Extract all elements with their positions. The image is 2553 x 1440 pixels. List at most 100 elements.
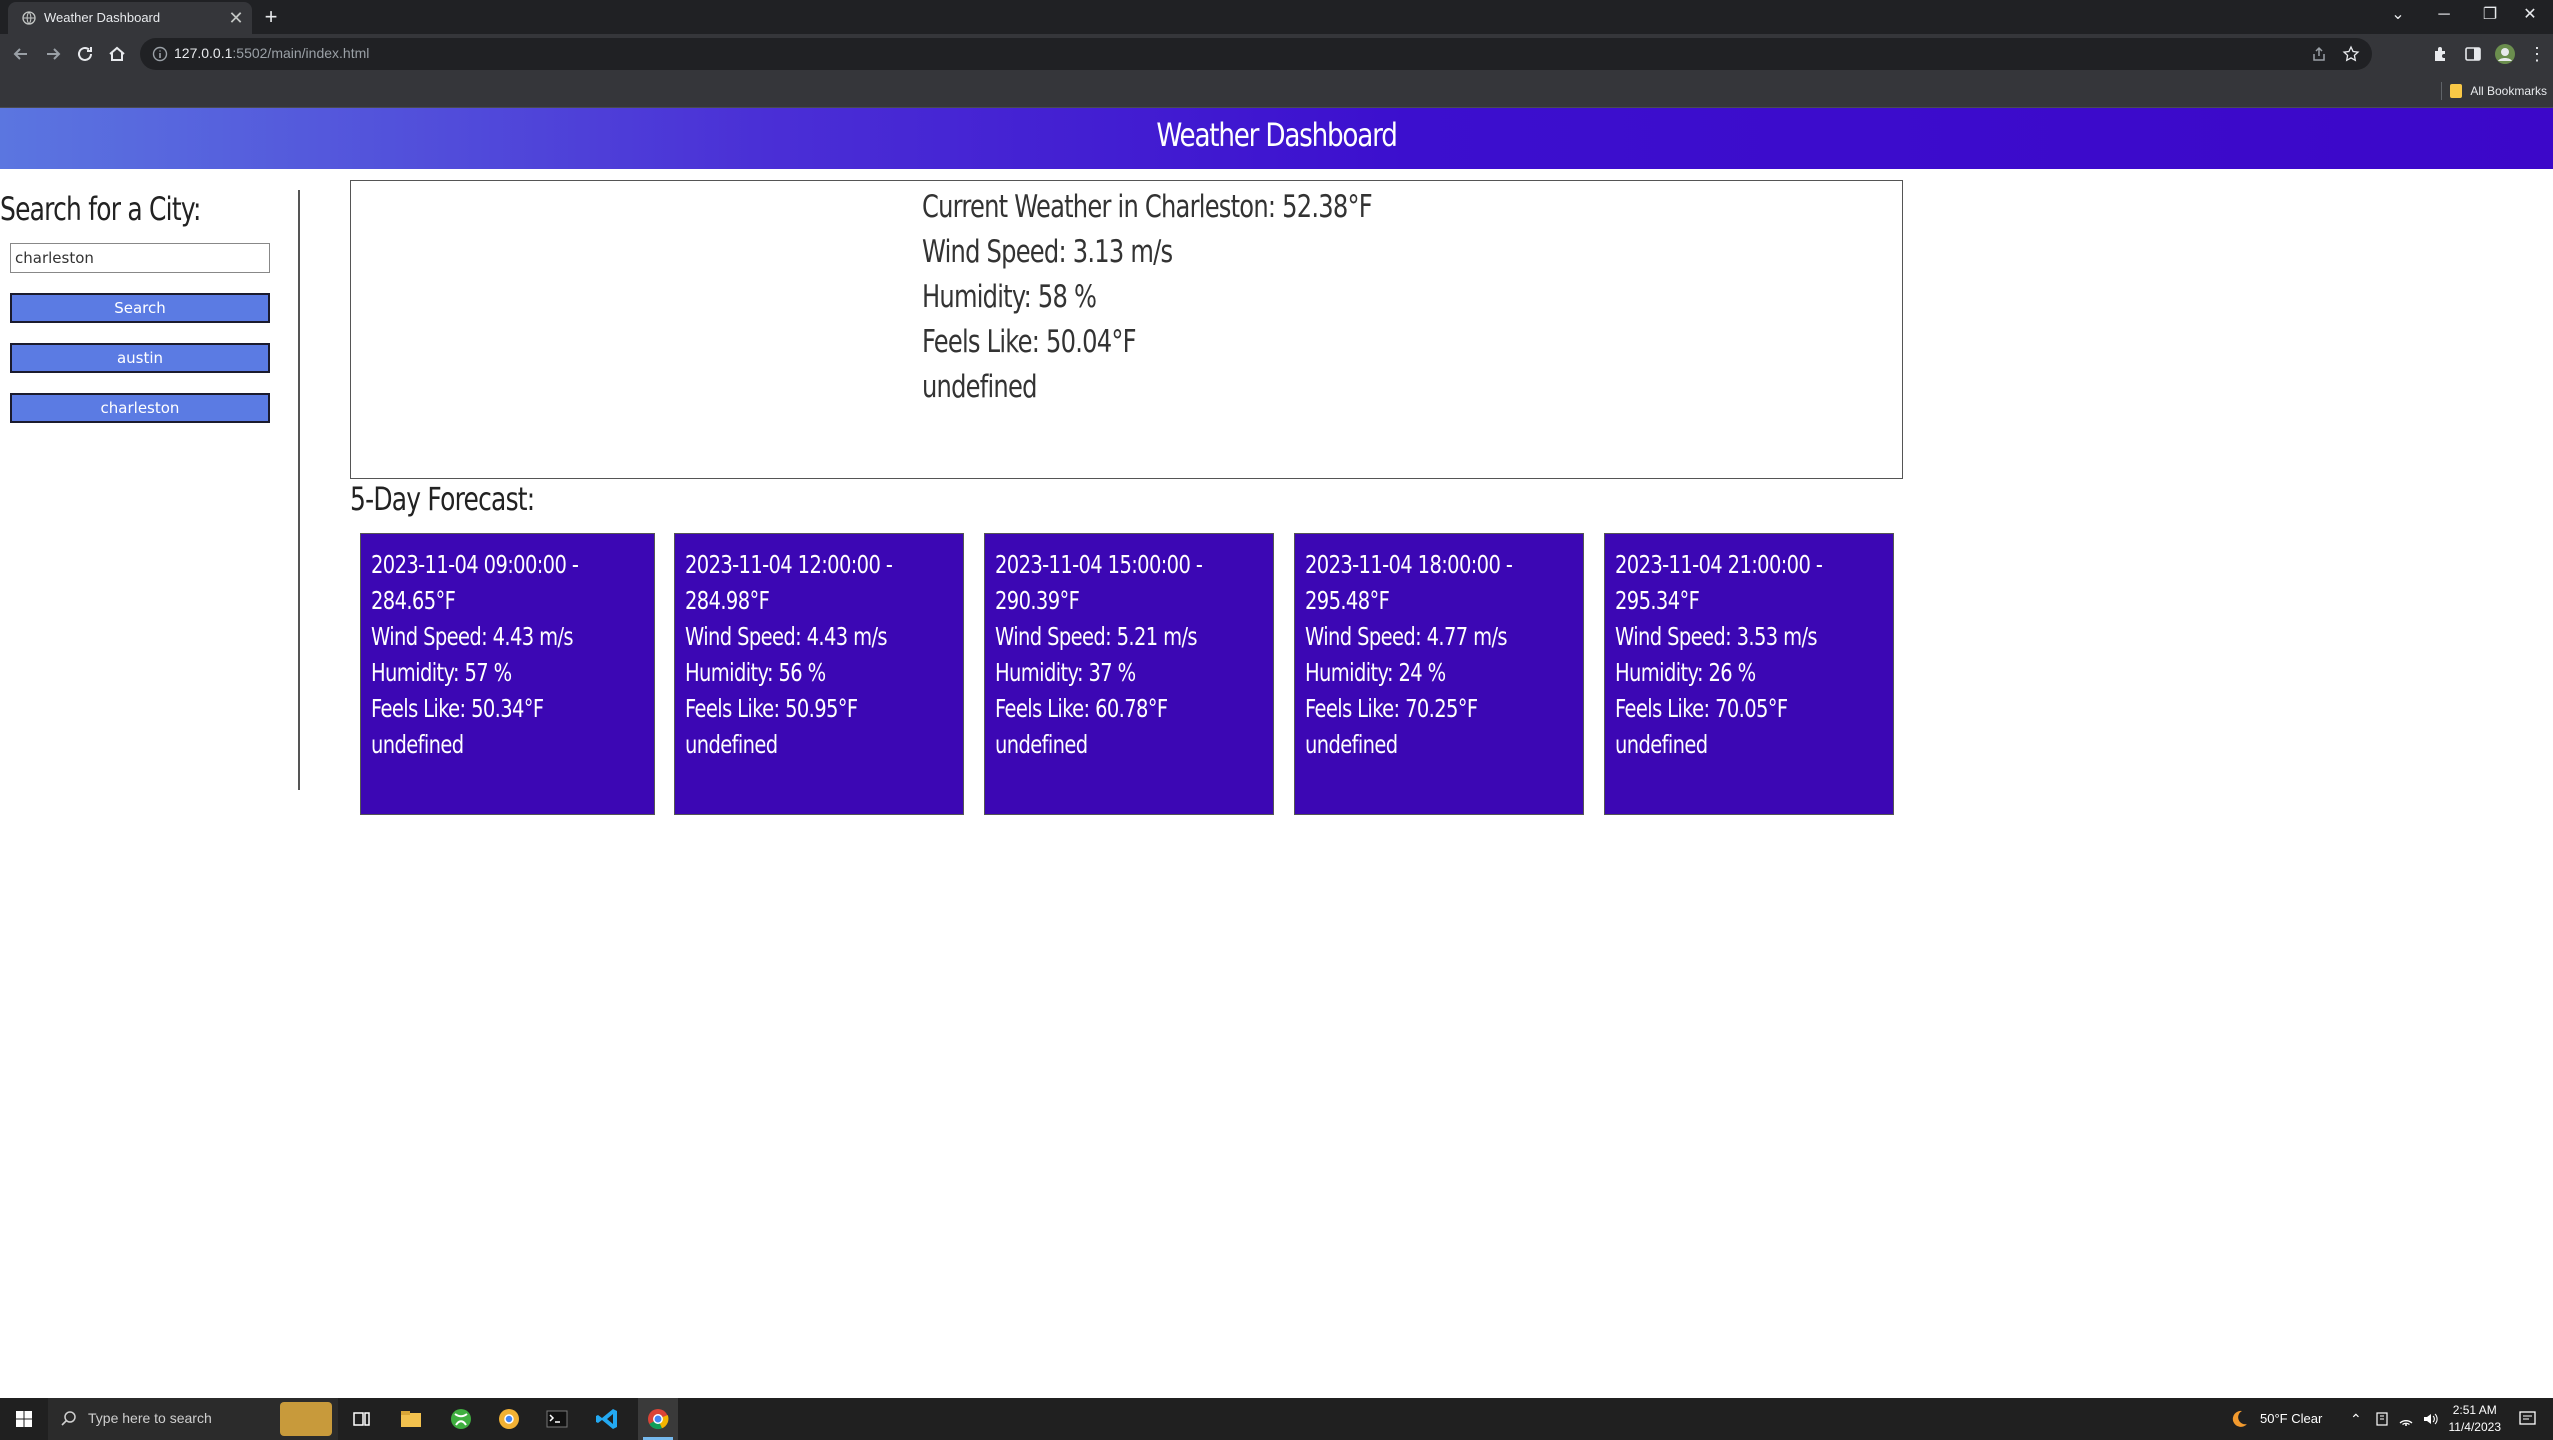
forecast-temperature: 295.48°F: [1305, 586, 1390, 615]
url-host: 127.0.0.1: [174, 45, 233, 61]
forecast-datetime: 2023-11-04 12:00:00 -: [685, 550, 893, 579]
browser-tab[interactable]: Weather Dashboard ✕: [8, 2, 252, 34]
browser-toolbar: 127.0.0.1:5502/main/index.html ⋮: [0, 34, 2553, 74]
weather-moon-icon[interactable]: [2228, 1408, 2250, 1430]
task-view-icon[interactable]: [346, 1404, 376, 1434]
city-search-input[interactable]: [10, 243, 270, 273]
network-device-icon[interactable]: [2374, 1411, 2390, 1427]
all-bookmarks[interactable]: All Bookmarks: [2441, 82, 2547, 100]
forecast-card: 2023-11-04 12:00:00 - 284.98°F Wind Spee…: [674, 533, 964, 815]
forecast-feels-like: Feels Like: 50.95°F: [685, 694, 858, 723]
forecast-humidity: Humidity: 37 %: [995, 658, 1136, 687]
file-explorer-icon[interactable]: [396, 1404, 426, 1434]
forecast-wind-speed: Wind Speed: 5.21 m/s: [995, 622, 1198, 651]
profile-avatar-icon[interactable]: [2494, 43, 2516, 65]
windows-logo-icon: [16, 1411, 32, 1427]
new-tab-button[interactable]: +: [258, 4, 284, 30]
menu-icon[interactable]: ⋮: [2526, 43, 2548, 65]
current-extra: undefined: [922, 369, 1037, 405]
close-window-icon[interactable]: ✕: [2507, 0, 2553, 30]
forecast-wind-speed: Wind Speed: 3.53 m/s: [1615, 622, 1818, 651]
chrome-canary-icon[interactable]: [494, 1404, 524, 1434]
chrome-icon[interactable]: [643, 1404, 673, 1434]
forecast-feels-like: Feels Like: 50.34°F: [371, 694, 544, 723]
forecast-temperature: 295.34°F: [1615, 586, 1700, 615]
address-bar[interactable]: 127.0.0.1:5502/main/index.html: [140, 38, 2372, 70]
vscode-icon[interactable]: [592, 1404, 622, 1434]
browser-tabstrip: Weather Dashboard ✕ + ⌄ ─ ❐ ✕: [0, 0, 2553, 34]
search-sidebar: Search for a City: Search austin charles…: [0, 190, 300, 790]
home-icon[interactable]: [104, 41, 130, 67]
search-heading: Search for a City:: [0, 190, 201, 228]
forecast-extra: undefined: [371, 730, 464, 759]
forecast-wind-speed: Wind Speed: 4.43 m/s: [371, 622, 574, 651]
forecast-humidity: Humidity: 26 %: [1615, 658, 1756, 687]
tray-weather[interactable]: 50°F Clear: [2260, 1411, 2322, 1426]
globe-icon: [22, 11, 36, 25]
wifi-icon[interactable]: [2398, 1411, 2414, 1427]
minimize-icon[interactable]: ─: [2421, 0, 2467, 30]
forecast-card: 2023-11-04 09:00:00 - 284.65°F Wind Spee…: [360, 533, 655, 815]
forecast-card: 2023-11-04 15:00:00 - 290.39°F Wind Spee…: [984, 533, 1274, 815]
tray-chevron-icon[interactable]: ⌃: [2350, 1411, 2362, 1428]
info-icon[interactable]: [152, 46, 168, 62]
search-icon: [61, 1411, 76, 1426]
reload-icon[interactable]: [72, 41, 98, 67]
forecast-temperature: 290.39°F: [995, 586, 1080, 615]
clock-time: 2:51 AM: [2452, 1403, 2497, 1417]
forecast-humidity: Humidity: 24 %: [1305, 658, 1446, 687]
forecast-extra: undefined: [1305, 730, 1398, 759]
notifications-icon[interactable]: [2518, 1410, 2538, 1428]
forecast-feels-like: Feels Like: 70.05°F: [1615, 694, 1788, 723]
forecast-humidity: Humidity: 56 %: [685, 658, 826, 687]
forecast-datetime: 2023-11-04 15:00:00 -: [995, 550, 1203, 579]
current-humidity: Humidity: 58 %: [922, 279, 1097, 315]
taskbar-clock[interactable]: 2:51 AM 11/4/2023: [2449, 1402, 2502, 1436]
forecast-temperature: 284.65°F: [371, 586, 456, 615]
history-button-charleston[interactable]: charleston: [10, 393, 270, 423]
url-path: :5502/main/index.html: [232, 45, 370, 61]
forecast-card: 2023-11-04 21:00:00 - 295.34°F Wind Spee…: [1604, 533, 1894, 815]
tab-search-icon[interactable]: ⌄: [2375, 0, 2421, 30]
folder-icon: [2450, 84, 2463, 98]
windows-taskbar: Type here to search 50°F Clear ⌃ 2:51 AM…: [0, 1398, 2553, 1440]
forecast-card: 2023-11-04 18:00:00 - 295.48°F Wind Spee…: [1294, 533, 1584, 815]
terminal-icon[interactable]: [542, 1404, 572, 1434]
current-wind-speed: Wind Speed: 3.13 m/s: [922, 234, 1173, 270]
page-title: Weather Dashboard: [1156, 116, 1398, 154]
forecast-extra: undefined: [1615, 730, 1708, 759]
forecast-datetime: 2023-11-04 21:00:00 -: [1615, 550, 1823, 579]
search-highlight-image: [280, 1402, 332, 1436]
all-bookmarks-label: All Bookmarks: [2470, 84, 2547, 98]
share-icon[interactable]: [2310, 45, 2328, 63]
forecast-wind-speed: Wind Speed: 4.43 m/s: [685, 622, 888, 651]
extensions-icon[interactable]: [2430, 43, 2452, 65]
volume-icon[interactable]: [2422, 1411, 2438, 1427]
forecast-wind-speed: Wind Speed: 4.77 m/s: [1305, 622, 1508, 651]
forecast-feels-like: Feels Like: 60.78°F: [995, 694, 1168, 723]
taskbar-search-box[interactable]: Type here to search: [48, 1398, 338, 1440]
current-weather-details: Current Weather in Charleston: 52.38°F W…: [922, 185, 1499, 410]
forecast-datetime: 2023-11-04 18:00:00 -: [1305, 550, 1513, 579]
close-icon[interactable]: ✕: [226, 8, 246, 28]
xbox-icon[interactable]: [446, 1404, 476, 1434]
forecast-humidity: Humidity: 57 %: [371, 658, 512, 687]
current-weather-panel: Current Weather in Charleston: 52.38°F W…: [350, 180, 1903, 479]
forecast-extra: undefined: [995, 730, 1088, 759]
forecast-feels-like: Feels Like: 70.25°F: [1305, 694, 1478, 723]
history-button-austin[interactable]: austin: [10, 343, 270, 373]
bookmark-star-icon[interactable]: [2342, 45, 2360, 63]
back-icon[interactable]: [8, 41, 34, 67]
taskbar-search-placeholder: Type here to search: [88, 1410, 212, 1426]
side-panel-icon[interactable]: [2462, 43, 2484, 65]
search-button[interactable]: Search: [10, 293, 270, 323]
bookmarks-divider: [2441, 82, 2443, 100]
bookmarks-bar: All Bookmarks: [0, 74, 2553, 108]
forecast-extra: undefined: [685, 730, 778, 759]
current-feels-like: Feels Like: 50.04°F: [922, 324, 1137, 360]
forecast-datetime: 2023-11-04 09:00:00 -: [371, 550, 579, 579]
forward-icon[interactable]: [40, 41, 66, 67]
forecast-heading: 5-Day Forecast:: [350, 480, 535, 518]
tab-title: Weather Dashboard: [44, 10, 161, 25]
start-button[interactable]: [0, 1398, 48, 1440]
